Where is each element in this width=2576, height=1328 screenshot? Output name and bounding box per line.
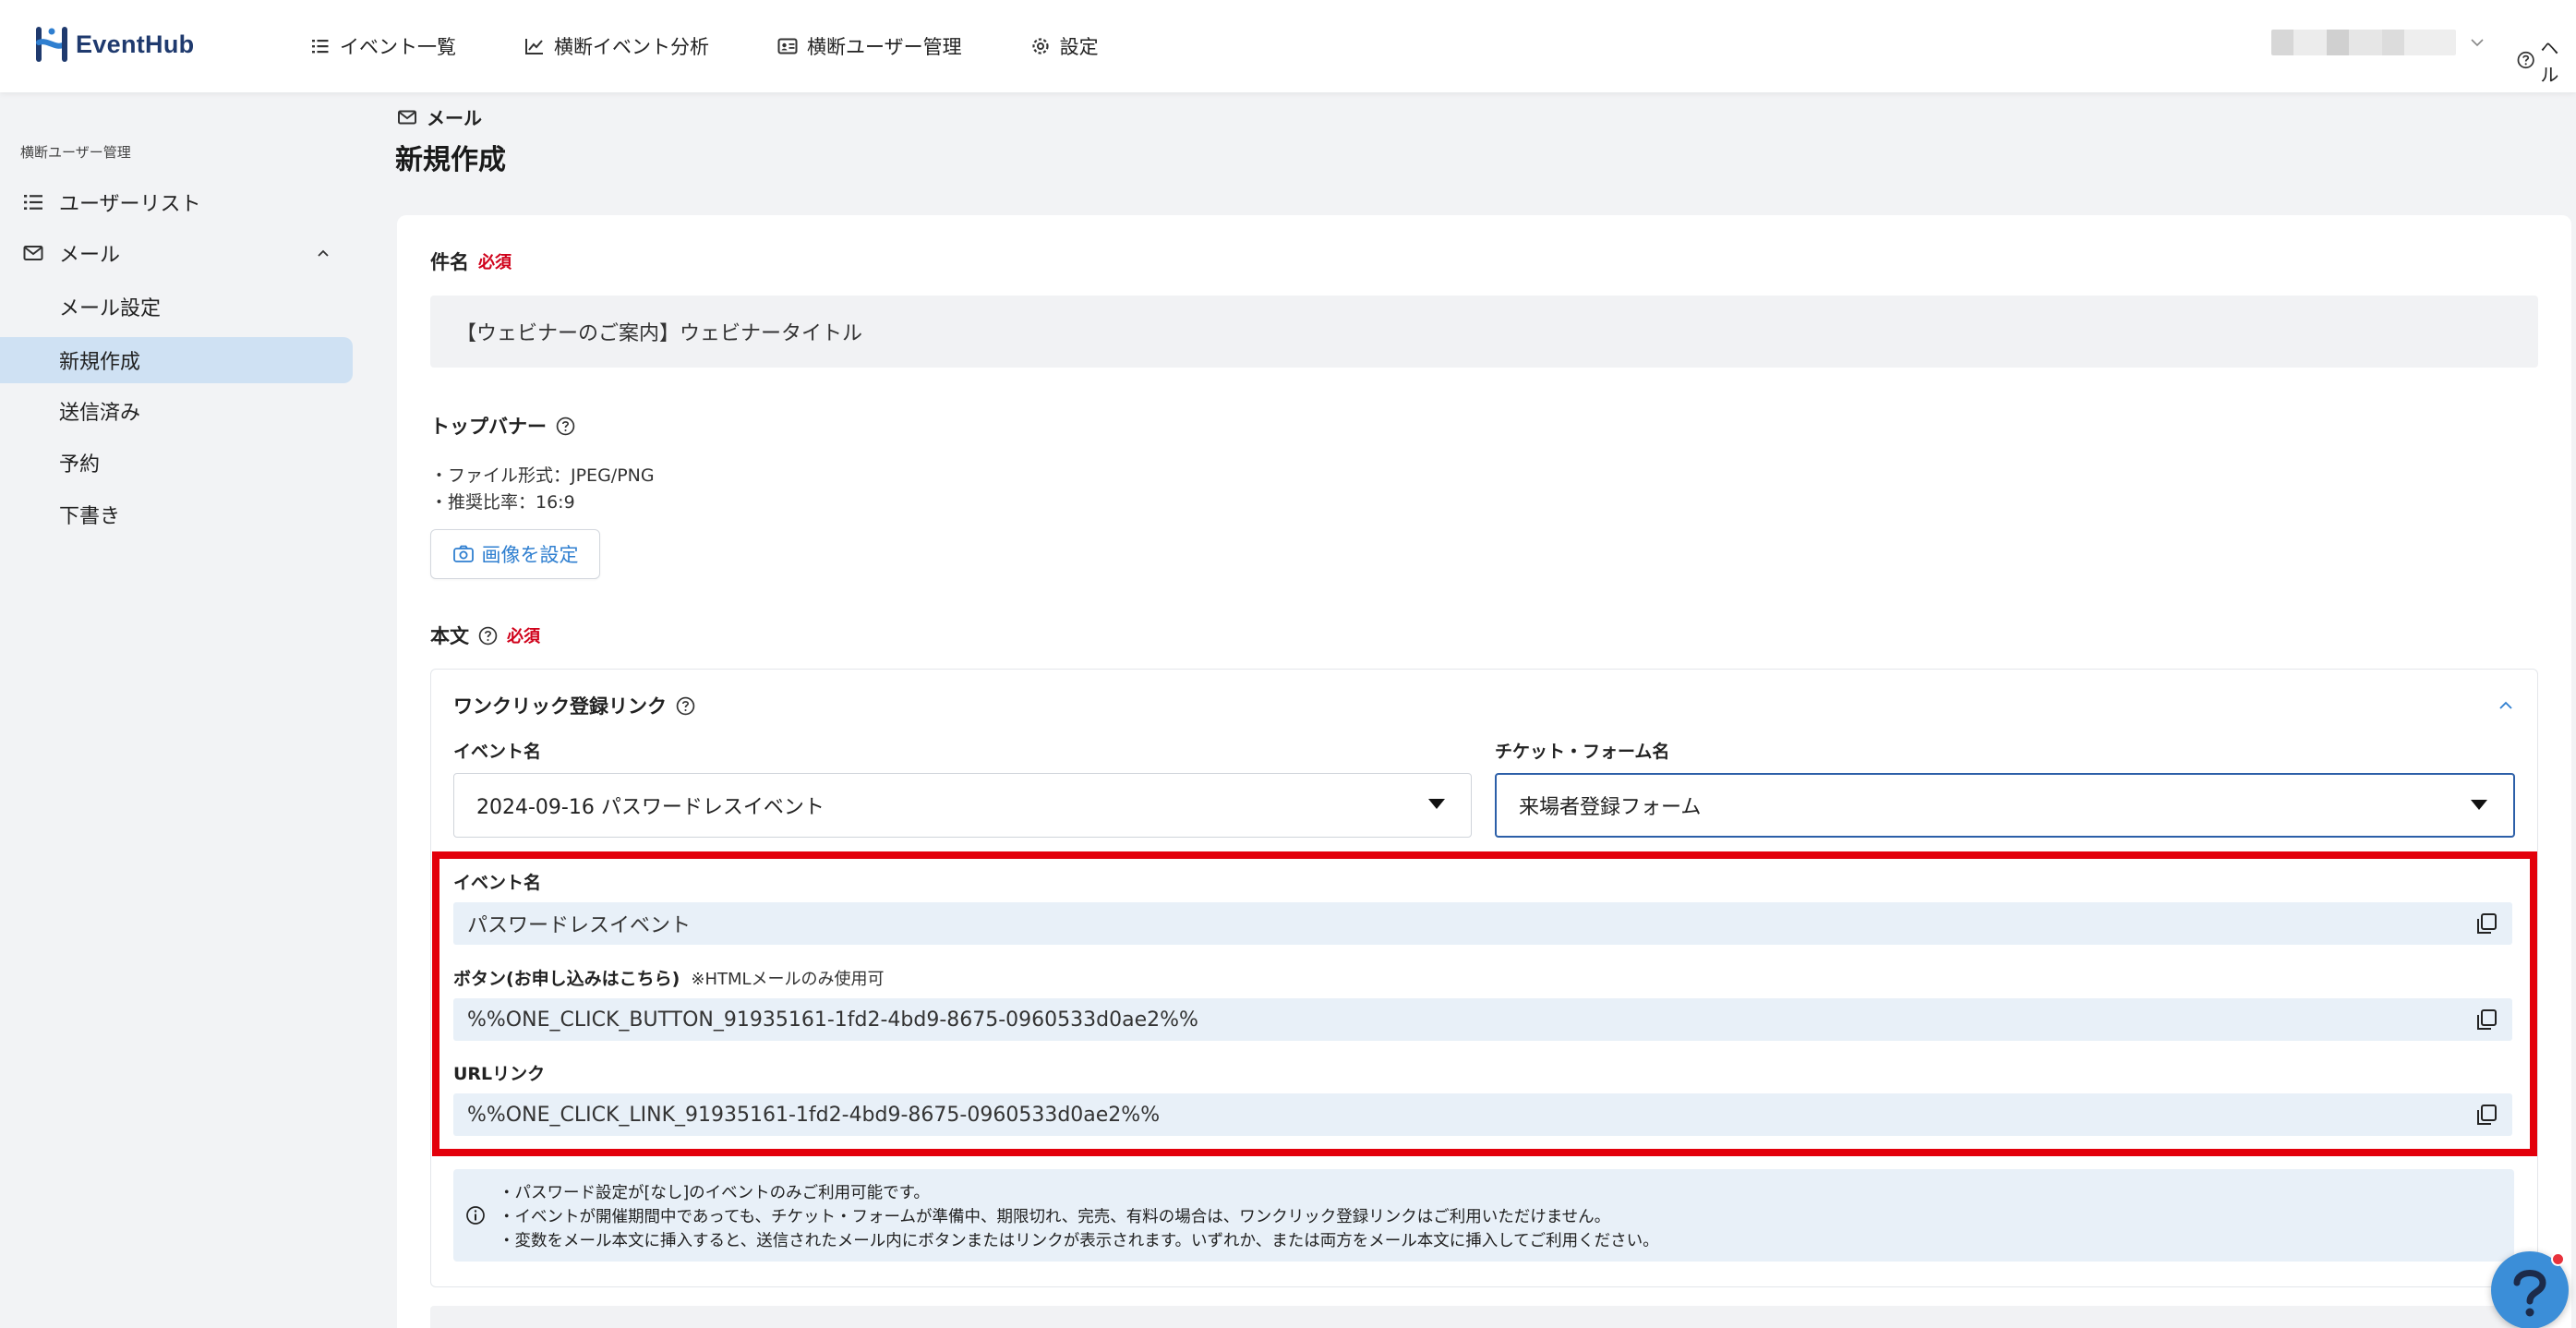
sidebar-item-sent[interactable]: 送信済み — [0, 388, 353, 434]
ticket-select-value: 来場者登録フォーム — [1519, 796, 1702, 819]
sidebar-item-user-list[interactable]: ユーザーリスト — [0, 179, 353, 225]
subject-input[interactable]: 【ウェビナーのご案内】ウェビナータイトル — [430, 296, 2538, 368]
info-line-1: ・パスワード設定が[なし]のイベントのみご利用可能です。 — [499, 1184, 930, 1202]
info-line-2: ・イベントが開催期間中であっても、チケット・フォームが準備中、期限切れ、完売、有… — [499, 1208, 1611, 1226]
app-logo[interactable]: EventHub — [35, 26, 194, 63]
nav-settings[interactable]: 設定 — [1030, 32, 1099, 60]
list-icon — [24, 195, 42, 210]
one-click-title: ワンクリック登録リンク — [453, 692, 695, 719]
breadcrumb-label: メール — [427, 107, 482, 129]
help-circle-icon[interactable] — [478, 626, 498, 646]
top-banner-label: トップバナー — [430, 412, 575, 440]
help-circle-icon — [2517, 51, 2534, 69]
set-image-label: 画像を設定 — [481, 544, 579, 566]
banner-format-note: ・ファイル形式：JPEG/PNG — [430, 465, 655, 486]
chart-line-icon — [525, 39, 543, 54]
sidebar: 横断ユーザー管理 ユーザーリスト メール メール設定 新規作成 送信済み 予約 … — [0, 92, 369, 1328]
one-click-title-text: ワンクリック登録リンク — [453, 695, 667, 718]
help-label: ヘル — [2540, 37, 2559, 86]
nav-label: 設定 — [1059, 36, 1099, 58]
gear-icon — [1031, 38, 1049, 54]
var-event-name-label-text: イベント名 — [453, 873, 542, 893]
var-url-label-text: URLリンク — [453, 1064, 546, 1084]
sidebar-item-drafts[interactable]: 下書き — [0, 491, 353, 537]
var-url-field[interactable]: %%ONE_CLICK_LINK_91935161-1fd2-4bd9-8675… — [453, 1093, 2512, 1136]
subject-label: 件名 必須 — [430, 247, 512, 275]
notification-dot — [2551, 1252, 2565, 1266]
body-label: 本文 必須 — [430, 622, 540, 649]
sidebar-item-mail[interactable]: メール — [0, 230, 353, 276]
sidebar-item-label: メール — [59, 244, 121, 267]
var-event-name-value: パスワードレスイベント — [467, 914, 692, 937]
var-url-value: %%ONE_CLICK_LINK_91935161-1fd2-4bd9-8675… — [467, 1103, 1161, 1127]
copy-icon[interactable] — [2474, 1103, 2498, 1127]
sidebar-item-label: メール設定 — [59, 297, 162, 320]
chevron-up-icon — [318, 249, 329, 257]
app-name: EventHub — [76, 30, 195, 58]
copy-icon[interactable] — [2474, 911, 2498, 936]
caret-down-icon — [1428, 799, 1445, 809]
help-link[interactable]: ヘル — [2517, 33, 2576, 87]
user-menu[interactable] — [2271, 30, 2486, 55]
set-image-button[interactable]: 画像を設定 — [430, 529, 600, 579]
top-header: EventHub イベント一覧 横断イベント分析 横断ユーザー管理 設定 ヘル — [0, 0, 2576, 92]
event-select-label: イベント名 — [453, 742, 542, 762]
body-label-text: 本文 — [430, 625, 469, 647]
required-badge: 必須 — [478, 253, 512, 272]
nav-event-list[interactable]: イベント一覧 — [310, 32, 456, 60]
breadcrumb: メール — [397, 103, 482, 130]
nav-cross-user-management[interactable]: 横断ユーザー管理 — [777, 32, 962, 60]
nav-label: イベント一覧 — [340, 36, 456, 58]
nav-cross-event-analysis[interactable]: 横断イベント分析 — [524, 32, 709, 60]
sidebar-item-new-mail[interactable]: 新規作成 — [0, 337, 353, 383]
sidebar-item-scheduled[interactable]: 予約 — [0, 440, 353, 486]
chevron-down-icon — [2471, 39, 2484, 47]
event-select-value: 2024-09-16 パスワードレスイベント — [476, 796, 825, 819]
info-icon — [466, 1206, 485, 1225]
var-url-label: URLリンク — [453, 1060, 545, 1085]
sidebar-item-label: ユーザーリスト — [59, 193, 201, 216]
list-icon — [312, 40, 329, 54]
camera-icon — [452, 545, 474, 562]
eventhub-logo-icon — [36, 27, 67, 62]
var-event-name-field[interactable]: パスワードレスイベント — [453, 902, 2512, 945]
ticket-form-select[interactable]: 来場者登録フォーム — [1495, 773, 2515, 838]
nav-label: 横断ユーザー管理 — [807, 36, 962, 58]
var-button-label-text: ボタン(お申し込みはこちら) — [453, 969, 680, 989]
var-button-field[interactable]: %%ONE_CLICK_BUTTON_91935161-1fd2-4bd9-86… — [453, 998, 2512, 1041]
info-line-3: ・変数をメール本文に挿入すると、送信されたメール内にボタンまたはリンクが表示され… — [499, 1232, 1659, 1250]
main-nav: イベント一覧 横断イベント分析 横断ユーザー管理 設定 — [310, 0, 1167, 92]
var-button-value: %%ONE_CLICK_BUTTON_91935161-1fd2-4bd9-86… — [467, 1008, 1198, 1032]
user-name-redacted — [2271, 30, 2456, 55]
sidebar-item-label: 下書き — [59, 505, 121, 528]
banner-ratio-note: ・推奨比率：16:9 — [430, 492, 575, 513]
sidebar-item-label: 送信済み — [59, 402, 141, 425]
event-select[interactable]: 2024-09-16 パスワードレスイベント — [453, 773, 1472, 838]
var-event-name-label: イベント名 — [453, 869, 541, 894]
sidebar-item-label: 予約 — [59, 453, 101, 477]
copy-icon[interactable] — [2474, 1008, 2498, 1032]
mail-icon — [398, 110, 416, 124]
sidebar-section-title: 横断ユーザー管理 — [20, 144, 131, 161]
var-button-label: ボタン(お申し込みはこちら) ※HTMLメールのみ使用可 — [453, 965, 885, 990]
mail-icon — [23, 246, 43, 260]
subject-value: 【ウェビナーのご案内】ウェビナータイトル — [456, 322, 863, 345]
next-section-edge — [430, 1306, 2538, 1328]
top-banner-label-text: トップバナー — [430, 416, 547, 438]
sidebar-item-label: 新規作成 — [59, 351, 141, 374]
help-circle-icon[interactable] — [676, 696, 695, 716]
ticket-select-label: チケット・フォーム名 — [1495, 742, 1670, 762]
help-circle-icon[interactable] — [556, 417, 575, 436]
sidebar-item-mail-settings[interactable]: メール設定 — [0, 284, 353, 330]
subject-label-text: 件名 — [430, 251, 469, 273]
var-button-note: ※HTMLメールのみ使用可 — [691, 970, 885, 989]
required-badge: 必須 — [507, 627, 540, 646]
id-card-icon — [777, 38, 798, 54]
caret-down-icon — [2471, 800, 2487, 810]
nav-label: 横断イベント分析 — [554, 36, 709, 58]
page-title: 新規作成 — [395, 144, 506, 176]
chevron-up-icon[interactable] — [2495, 694, 2517, 717]
